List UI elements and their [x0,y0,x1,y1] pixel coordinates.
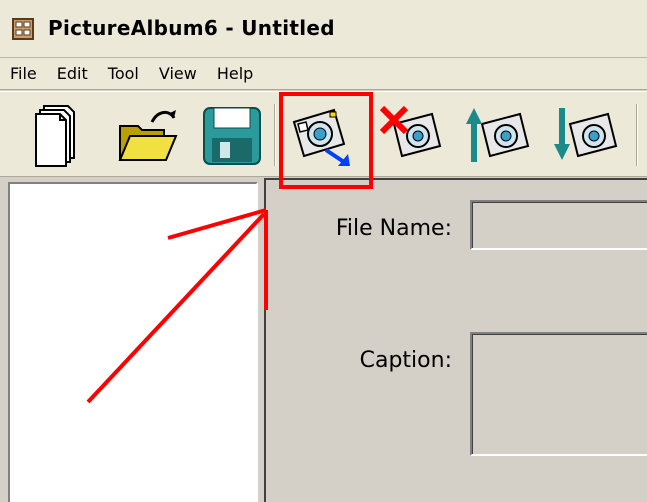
menu-edit[interactable]: Edit [55,58,90,90]
album-tree-panel[interactable] [8,182,258,502]
caption-field[interactable] [470,332,647,456]
file-name-label: File Name: [335,216,452,241]
caption-label: Caption: [359,348,452,373]
move-up-button[interactable] [462,100,534,172]
new-document-icon [35,105,75,167]
move-down-button[interactable] [550,100,622,172]
window-title: PictureAlbum6 - Untitled [48,16,335,40]
title-bar: PictureAlbum6 - Untitled [0,0,647,58]
save-floppy-icon [203,107,261,165]
open-button[interactable] [112,100,184,172]
menu-bar: File Edit Tool View Help [0,58,647,90]
delete-picture-button[interactable] [376,100,448,172]
menu-file[interactable]: File [8,58,39,90]
toolbar-separator [274,104,276,166]
camera-move-up-icon [466,108,530,162]
camera-add-icon [292,108,350,166]
add-picture-button[interactable] [286,100,358,172]
toolbar [0,91,647,177]
save-button[interactable] [196,100,268,172]
file-name-field[interactable] [470,200,647,250]
menu-help[interactable]: Help [215,58,255,90]
camera-delete-icon [379,105,442,158]
open-folder-icon [118,110,178,161]
app-icon [12,18,34,40]
picture-details-panel: File Name: Caption: [264,178,647,502]
menu-tool[interactable]: Tool [106,58,141,90]
menu-view[interactable]: View [157,58,199,90]
toolbar-separator [636,104,638,166]
camera-move-down-icon [554,108,618,160]
new-button[interactable] [22,100,94,172]
